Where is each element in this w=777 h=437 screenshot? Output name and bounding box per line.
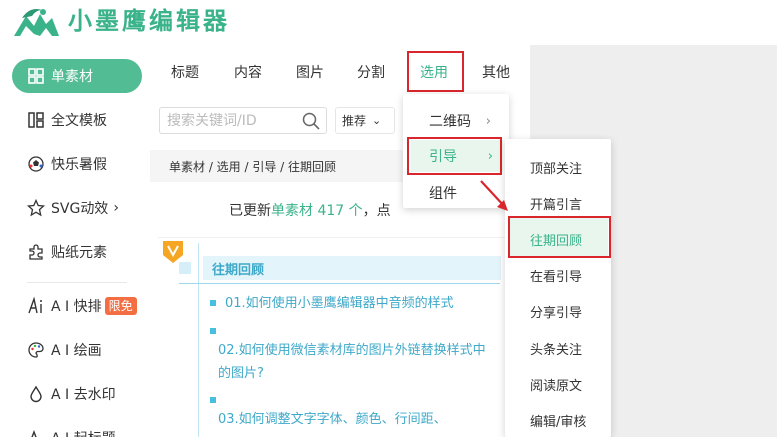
tab-image[interactable]: 图片 [296,62,324,82]
ai-title-icon [27,429,45,437]
submenu-item-intro[interactable]: 开篇引言 [530,194,582,213]
eagle-logo-icon[interactable] [12,4,62,40]
sort-label: 推荐 [342,114,367,128]
update-prefix: 已更新 [229,203,271,219]
sidebar-item-label: 全文模板 [51,113,107,129]
star-icon [27,199,45,217]
puzzle-icon [27,243,45,261]
breadcrumb: 单素材 / 选用 / 引导 / 往期回顾 [169,160,337,174]
search-input[interactable] [167,111,297,130]
sort-dropdown[interactable]: 推荐 ⌄ [335,107,395,134]
submenu-item-top-follow[interactable]: 顶部关注 [530,158,582,177]
sidebar-item-ai-watermark[interactable]: A I 去水印 [12,377,142,411]
guide-submenu: 顶部关注 开篇引言 在看引导 分享引导 头条关注 阅读原文 编辑/审核 [505,139,611,437]
article-item: 02.如何使用微信素材库的图片外链替换样式中的图片? [218,343,486,381]
past-review-highlight-box [508,216,611,258]
article-item: 03.如何调整文字字体、颜色、行间距、 [218,412,447,427]
chevron-right-icon: › [113,200,119,216]
guide-highlight-box [407,137,502,175]
search-box [159,107,327,134]
tab-highlight-box [407,51,464,92]
menu-item-label: 二维码 [429,114,471,130]
menu-item-qrcode[interactable]: 二维码 › [403,105,509,137]
sidebar-item-label: 快乐暑假 [51,157,107,173]
tab-divider[interactable]: 分割 [357,62,385,82]
update-count-line: 已更新单素材 417 个，点 [229,200,391,220]
palette-icon [27,341,45,359]
article-item: 01.如何使用小墨鹰编辑器中音频的样式 [225,296,454,311]
search-icon[interactable] [301,111,321,131]
sidebar-item-label: A I 去水印 [51,387,116,403]
red-arrow-icon [480,180,508,211]
free-badge: 限免 [104,297,137,315]
sidebar-item-ai-title[interactable]: A I 起标题 [12,421,142,437]
sidebar-item-ai-painting[interactable]: A I 绘画 [12,333,142,367]
submenu-item-editor-review[interactable]: 编辑/审核 [530,411,586,430]
submenu-item-headline-follow[interactable]: 头条关注 [530,339,582,358]
submenu-item-watching[interactable]: 在看引导 [530,266,582,285]
section-title: 往期回顾 [212,263,265,278]
drop-icon [27,385,45,403]
tab-content[interactable]: 内容 [234,62,262,82]
sidebar-item-stickers[interactable]: 贴纸元素 [12,235,142,269]
header: 小墨鹰编辑器 [0,0,777,45]
bullet-marker [210,397,216,403]
bullet-marker [210,300,216,306]
tab-title[interactable]: 标题 [171,62,199,82]
update-count: 单素材 417 个 [271,203,363,219]
vip-badge-icon [163,241,183,263]
section-vertical-line [198,243,199,437]
sidebar-item-label: A I 绘画 [51,343,102,359]
tab-other[interactable]: 其他 [482,62,510,82]
chevron-down-icon: ⌄ [372,114,382,127]
sidebar-item-label: 单素材 [51,69,93,85]
section-square-decoration [179,262,191,274]
sidebar-item-label: SVG动效 [51,201,109,217]
submenu-item-share[interactable]: 分享引导 [530,302,582,321]
brand-name[interactable]: 小墨鹰编辑器 [68,5,230,37]
sidebar-item-ai-layout[interactable]: A I 快排 限免 [12,289,142,323]
template-icon [27,111,45,129]
sidebar-item-svg-animation[interactable]: SVG动效 › [12,191,142,225]
section-underline [179,283,500,284]
chevron-right-icon: › [485,113,491,129]
update-suffix: ，点 [362,203,391,219]
sidebar-item-single-material[interactable]: 单素材 [12,59,142,93]
sidebar-item-label: 贴纸元素 [51,245,107,261]
sidebar-item-summer[interactable]: 快乐暑假 [12,147,142,181]
sidebar-item-label: A I 起标题 [51,428,116,437]
sidebar-item-label: A I 快排 [51,299,102,315]
bullet-marker [210,328,216,334]
sidebar: 单素材 全文模板 快乐暑假 SVG动效 › 贴纸元素 A I 快排 限免 A I… [0,45,150,437]
category-tabs: 标题 内容 图片 分割 选用 其他 [150,52,530,94]
menu-item-label: 组件 [429,186,457,202]
submenu-item-read-original[interactable]: 阅读原文 [530,375,582,394]
ai-icon [27,297,45,315]
soccer-ball-icon [27,155,45,173]
sidebar-item-full-template[interactable]: 全文模板 [12,103,142,137]
sidebar-divider [27,282,127,283]
grid-icon [27,67,45,85]
